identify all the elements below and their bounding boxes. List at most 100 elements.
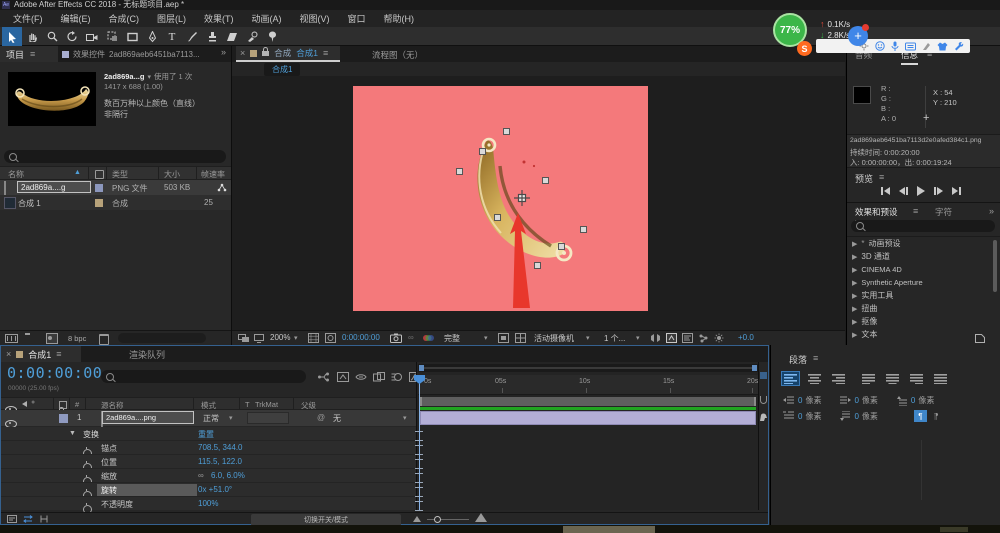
sort-ascending-icon[interactable]: ▲ [74, 169, 81, 176]
indent-right-field[interactable]: 0 像素 [839, 395, 878, 406]
brush-tool[interactable] [182, 27, 202, 46]
motion-blur-icon[interactable] [391, 372, 403, 382]
mode-chevron-icon[interactable]: ▾ [229, 414, 233, 422]
effects-item-utility[interactable]: ▶ 实用工具 [847, 289, 1000, 302]
safe-margins-icon[interactable] [308, 333, 319, 343]
comp-row-name[interactable]: 合成 1 [18, 198, 41, 209]
comp-breadcrumb[interactable]: 合成1 [264, 63, 301, 76]
viewer-canvas[interactable] [232, 76, 845, 330]
mask-visibility-icon[interactable] [325, 333, 336, 343]
menu-layer[interactable]: 图层(L) [148, 12, 195, 25]
layer-duration-bar[interactable] [420, 411, 756, 425]
project-search-input[interactable] [4, 150, 226, 163]
show-snapshot-icon[interactable]: ∞ [408, 333, 414, 342]
zoom-level[interactable]: 200% [270, 333, 290, 342]
tab-character[interactable]: 字符 [935, 206, 952, 218]
indent-left-field[interactable]: 0 像素 [783, 395, 821, 406]
bit-depth-label[interactable]: 8 bpc [68, 334, 86, 343]
layer-name[interactable]: 2ad869a....png [102, 411, 194, 424]
primary-viewer-icon[interactable] [254, 334, 264, 343]
ltr-direction-button[interactable]: ¶ [913, 410, 927, 422]
tab-project[interactable]: 项目 ≡ [0, 46, 58, 62]
prop-row-scale[interactable]: 缩放 ∞ 6.0, 6.0% [1, 468, 416, 486]
parent-chevron-icon[interactable]: ▾ [403, 414, 407, 422]
effects-item-presets[interactable]: ▶ * 动画预设 [847, 237, 1000, 250]
clone-stamp-tool[interactable] [202, 27, 222, 46]
navigator-end-handle[interactable] [752, 365, 757, 371]
ime-emoji-icon[interactable] [875, 41, 885, 51]
shy-icon[interactable] [355, 372, 367, 382]
footage-name[interactable]: 2ad869a...g [104, 72, 144, 81]
prop-row-position[interactable]: 位置 115.5, 122.0 [1, 454, 416, 472]
resolution-chevron-icon[interactable]: ▾ [484, 334, 488, 342]
first-line-indent-field[interactable]: 0 像素 [783, 411, 821, 422]
paragraph-menu-icon[interactable]: ≡ [813, 353, 818, 363]
align-center-button[interactable] [805, 371, 824, 386]
transform-reset-button[interactable]: 重置 [198, 429, 214, 440]
camera-tool[interactable] [82, 27, 102, 46]
new-preset-icon[interactable] [975, 334, 985, 343]
playhead-line[interactable] [419, 375, 420, 510]
comp-label-chip[interactable] [95, 199, 103, 207]
space-after-field[interactable]: 0 像素 [839, 411, 878, 422]
trkmat-column[interactable]: TrkMat [255, 400, 278, 409]
first-frame-button[interactable] [881, 187, 890, 195]
panel-menu-icon[interactable]: ≡ [30, 49, 35, 59]
prop-row-opacity[interactable]: 不透明度 100% [1, 496, 416, 514]
composition-frame[interactable] [353, 86, 648, 311]
exposure-value[interactable]: +0.0 [738, 333, 754, 342]
timeline-button-icon[interactable] [682, 333, 693, 343]
parent-select[interactable]: 无 [333, 413, 341, 424]
tab-composition[interactable]: × 合成 合成1 ≡ [236, 46, 340, 62]
ime-toolbox-icon[interactable] [954, 41, 964, 51]
timeline-search-input[interactable] [101, 370, 306, 383]
menu-effect[interactable]: 效果(T) [195, 12, 243, 25]
prop-value[interactable]: 708.5, 344.0 [198, 443, 242, 452]
prop-value[interactable]: 115.5, 122.0 [198, 457, 242, 466]
current-timecode[interactable]: 0:00:00:00 [7, 364, 102, 382]
fast-previews-icon[interactable] [666, 333, 677, 343]
reset-exposure-icon[interactable] [714, 333, 724, 343]
camera-chevron-icon[interactable]: ▾ [586, 334, 590, 342]
time-ruler[interactable]: 0s 05s 10s 15s 20s [418, 375, 758, 395]
rtl-direction-button[interactable]: ¶ [930, 410, 943, 422]
work-area-bar[interactable] [420, 397, 756, 406]
comp-mini-flowchart-icon[interactable] [317, 372, 330, 382]
justify-last-left-button[interactable] [859, 371, 878, 386]
tab-effect-controls[interactable]: 效果控件 2ad869aeb6451ba7113... [62, 46, 214, 62]
new-composition-icon[interactable] [46, 333, 58, 344]
footage-label-chip[interactable] [95, 184, 103, 192]
shape-tool[interactable] [122, 27, 142, 46]
time-navigator[interactable] [418, 364, 758, 372]
selection-tool[interactable] [2, 27, 22, 46]
prev-frame-button[interactable] [899, 187, 908, 195]
always-preview-icon[interactable] [238, 334, 250, 343]
ime-keyboard-icon[interactable] [905, 42, 916, 51]
viewer-timecode[interactable]: 0:00:00:00 [342, 333, 380, 342]
link-scale-icon[interactable]: ∞ [198, 471, 204, 480]
region-of-interest-icon[interactable] [498, 333, 509, 343]
collapse-icon[interactable]: ▼ [69, 430, 76, 437]
transform-group-label[interactable]: 变换 [83, 429, 99, 440]
close-tab-icon[interactable]: × [6, 349, 11, 359]
zoom-tool[interactable] [42, 27, 62, 46]
layer-label-chip[interactable] [59, 414, 68, 423]
effects-search-input[interactable] [851, 220, 995, 232]
more-tabs-icon[interactable]: » [221, 47, 226, 57]
justify-last-right-button[interactable] [907, 371, 926, 386]
effects-item-cinema4d[interactable]: ▶ CINEMA 4D [847, 263, 1000, 276]
prop-row-rotation[interactable]: 旋转 0x +51.0° [1, 482, 416, 500]
view-layout-chevron-icon[interactable]: ▾ [636, 334, 640, 342]
column-name[interactable]: 名称 [8, 169, 24, 180]
view-layout-select[interactable]: 1 个... [604, 333, 625, 344]
puppet-pin-tool[interactable] [262, 27, 282, 46]
menu-composition[interactable]: 合成(C) [100, 12, 149, 25]
prop-value[interactable]: 100% [198, 499, 218, 508]
timeline-menu-icon[interactable]: ≡ [56, 349, 61, 359]
menu-file[interactable]: 文件(F) [4, 12, 52, 25]
trash-icon[interactable] [99, 334, 109, 345]
rotate-tool[interactable] [62, 27, 82, 46]
play-button[interactable] [917, 186, 925, 196]
footage-thumbnail[interactable] [8, 72, 96, 126]
timeline-zoom-knob[interactable] [434, 516, 441, 523]
